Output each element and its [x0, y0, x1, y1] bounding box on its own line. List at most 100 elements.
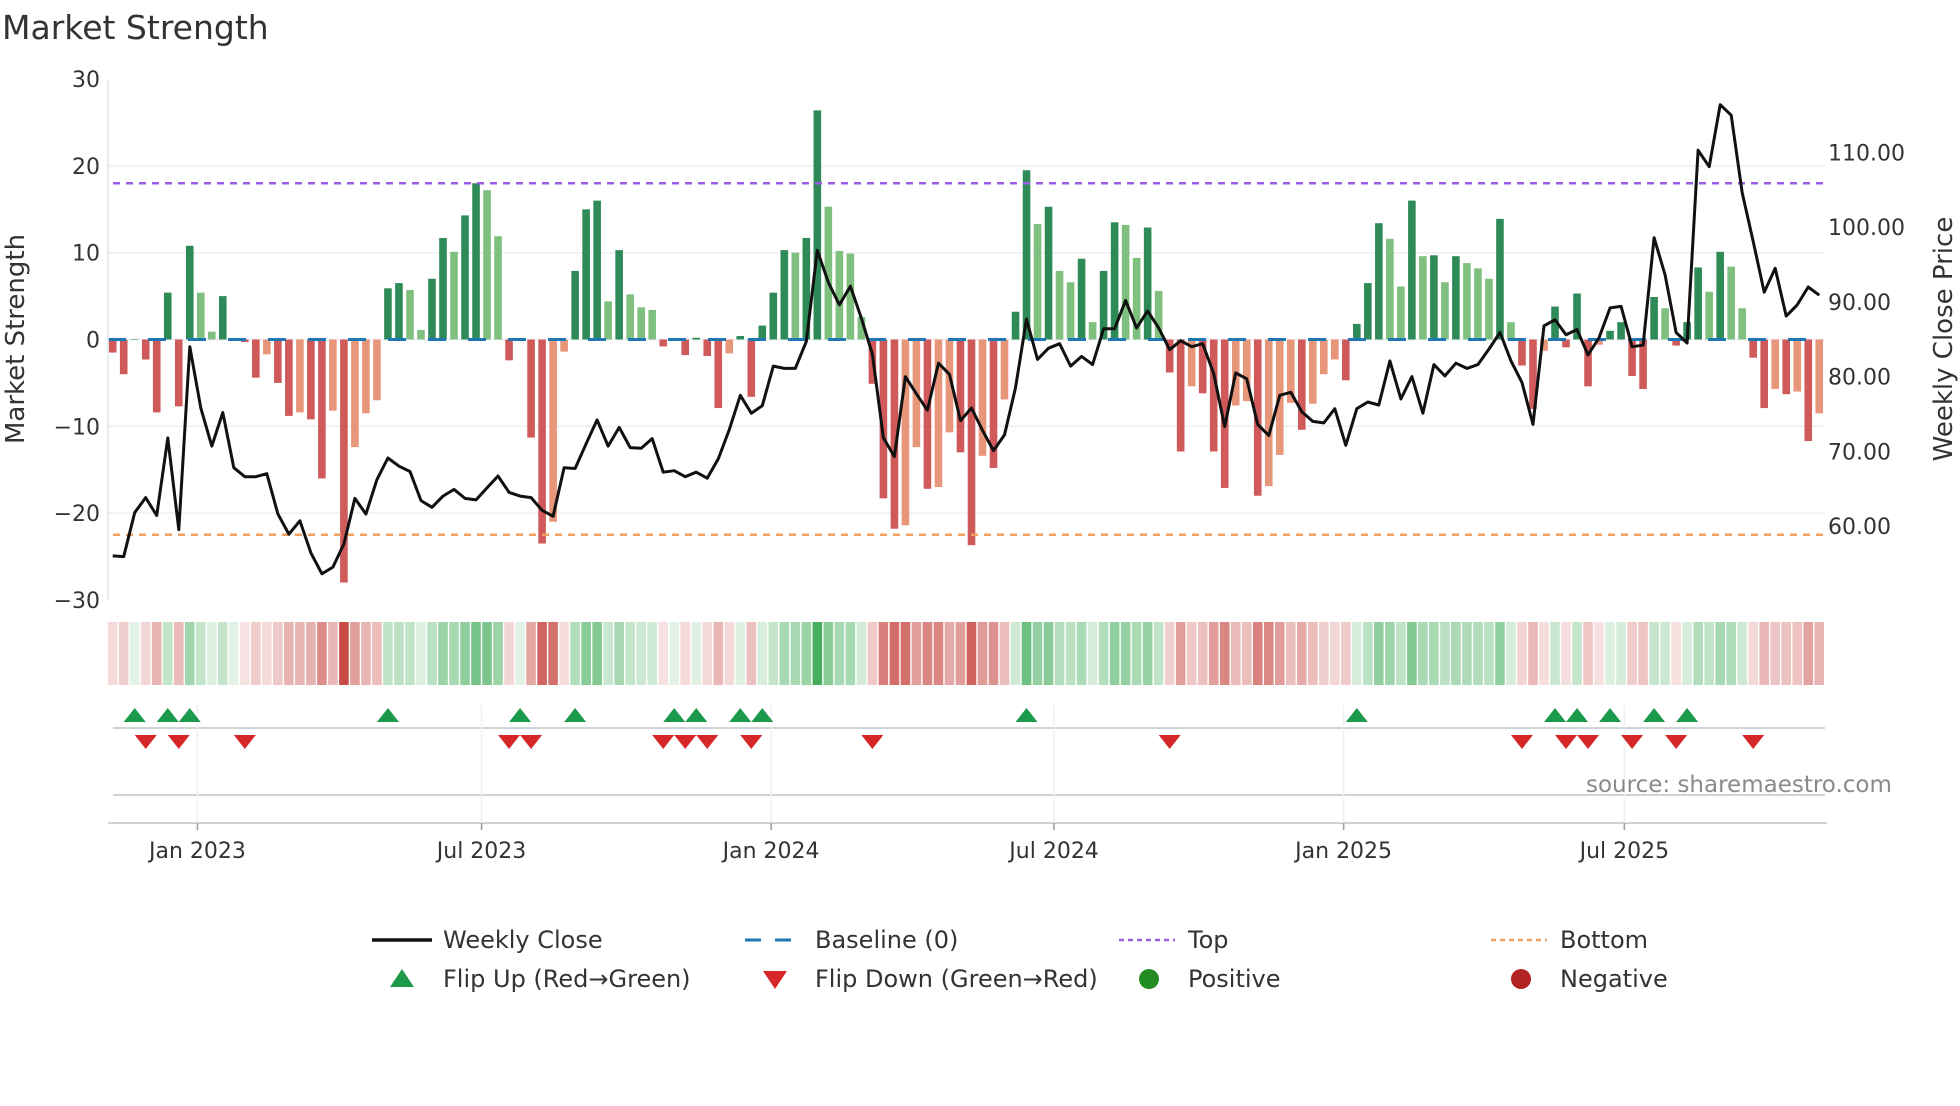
- strength-bar: [1694, 267, 1702, 340]
- strength-bar: [417, 329, 425, 340]
- strength-bar: [1793, 339, 1802, 392]
- strength-bar: [1430, 255, 1438, 340]
- strength-bar: [1353, 323, 1361, 340]
- strength-bar: [681, 339, 690, 356]
- y2-tick-label: 60.00: [1828, 515, 1891, 540]
- strength-bar: [1782, 339, 1791, 395]
- strip-cell: [1693, 622, 1703, 685]
- circle-icon: [1511, 969, 1531, 989]
- strip-cell: [328, 622, 338, 685]
- strip-cell: [240, 622, 250, 685]
- strip-cell: [746, 622, 757, 685]
- strength-bar: [1264, 339, 1273, 487]
- strip-cell: [1043, 622, 1054, 685]
- flip-up-marker: [751, 708, 774, 722]
- y2-tick-label: 100.00: [1828, 216, 1905, 241]
- strip-cell: [1407, 622, 1417, 685]
- y-tick-label: 0: [86, 329, 100, 354]
- strip-cell: [614, 622, 624, 685]
- strength-bar: [1342, 339, 1350, 381]
- strip-cell: [284, 622, 294, 685]
- y2-tick-label: 90.00: [1828, 291, 1891, 316]
- strip-cell: [1484, 622, 1494, 685]
- legend-item: Negative: [1511, 965, 1668, 993]
- strength-bar: [615, 250, 623, 340]
- flip-up-marker: [123, 708, 146, 722]
- strength-bar: [1474, 268, 1482, 340]
- strip-cell: [295, 622, 305, 685]
- strip-cell: [350, 622, 360, 685]
- strip-cell: [691, 622, 702, 685]
- strength-bar: [835, 250, 844, 340]
- strip-cell: [1076, 622, 1087, 685]
- strip-cell: [1087, 622, 1098, 685]
- strength-bar: [494, 236, 502, 340]
- strength-bar: [1727, 266, 1735, 340]
- market-strength-chart: Market Strength 30 20 10 0 −10 −20 −30 110.00 10…: [1, 8, 1959, 993]
- strip-cell: [702, 622, 713, 685]
- strength-bar: [472, 183, 480, 340]
- flip-up-marker: [1544, 708, 1567, 722]
- strip-cell: [856, 622, 867, 685]
- strength-bar: [593, 200, 601, 340]
- strength-bar: [1297, 339, 1306, 430]
- strength-bar: [758, 325, 767, 340]
- strip-cell: [1098, 622, 1109, 685]
- legend-item: Flip Up (Red→Green): [390, 965, 691, 993]
- strength-bar: [1011, 311, 1020, 340]
- strip-cell: [1065, 622, 1076, 685]
- strength-bar: [637, 307, 645, 340]
- strip-cell: [966, 622, 977, 685]
- flip-down-marker: [740, 735, 763, 749]
- strip-cell: [1274, 622, 1285, 685]
- y-tick-label: 20: [72, 155, 100, 180]
- strip-cell: [1572, 622, 1582, 685]
- strip-cell: [206, 622, 217, 685]
- strip-cell: [988, 622, 999, 685]
- strength-bar: [219, 296, 227, 340]
- strip-cell: [1054, 622, 1065, 685]
- strip-cell: [1263, 622, 1274, 685]
- strength-bar: [329, 339, 337, 411]
- strip-cell: [735, 622, 746, 685]
- strip-cell: [944, 622, 955, 685]
- chart-title: Market Strength: [2, 8, 269, 47]
- strength-bar: [185, 245, 194, 340]
- strip-cell: [812, 622, 823, 685]
- legend-item: Bottom: [1491, 926, 1648, 954]
- strength-bar: [483, 190, 491, 340]
- flip-down-marker: [520, 735, 543, 749]
- strength-bar: [428, 278, 436, 340]
- flip-up-marker: [564, 708, 587, 722]
- strength-bar: [1771, 339, 1780, 389]
- strip-cell: [1341, 622, 1351, 685]
- strength-heat-strip: [107, 622, 1825, 685]
- strength-bar: [1320, 339, 1328, 375]
- strength-bar: [1441, 282, 1449, 340]
- strip-cell: [537, 622, 547, 685]
- strip-cell: [262, 622, 272, 685]
- flip-down-marker: [861, 735, 884, 749]
- strip-cell: [1682, 622, 1692, 685]
- strip-cell: [1142, 622, 1153, 685]
- strip-cell: [790, 622, 801, 685]
- strip-cell: [658, 622, 668, 685]
- strength-bar: [1716, 251, 1724, 340]
- strength-bar: [1661, 308, 1669, 340]
- y2-tick-label: 80.00: [1828, 366, 1891, 391]
- strip-cell: [1550, 622, 1560, 685]
- strength-bar: [450, 251, 458, 340]
- strength-bar: [934, 339, 943, 488]
- flip-up-marker: [1599, 708, 1622, 722]
- strength-bar: [527, 339, 535, 438]
- strip-cell: [559, 622, 569, 685]
- strength-bar: [813, 110, 822, 340]
- strength-bar: [406, 290, 414, 340]
- strength-bar: [703, 339, 712, 356]
- strength-bar: [1066, 282, 1075, 340]
- strip-cell: [779, 622, 790, 685]
- strength-bar: [901, 339, 910, 526]
- strip-cell: [1164, 622, 1175, 685]
- legend-item: Positive: [1139, 965, 1281, 993]
- strip-cell: [173, 622, 184, 685]
